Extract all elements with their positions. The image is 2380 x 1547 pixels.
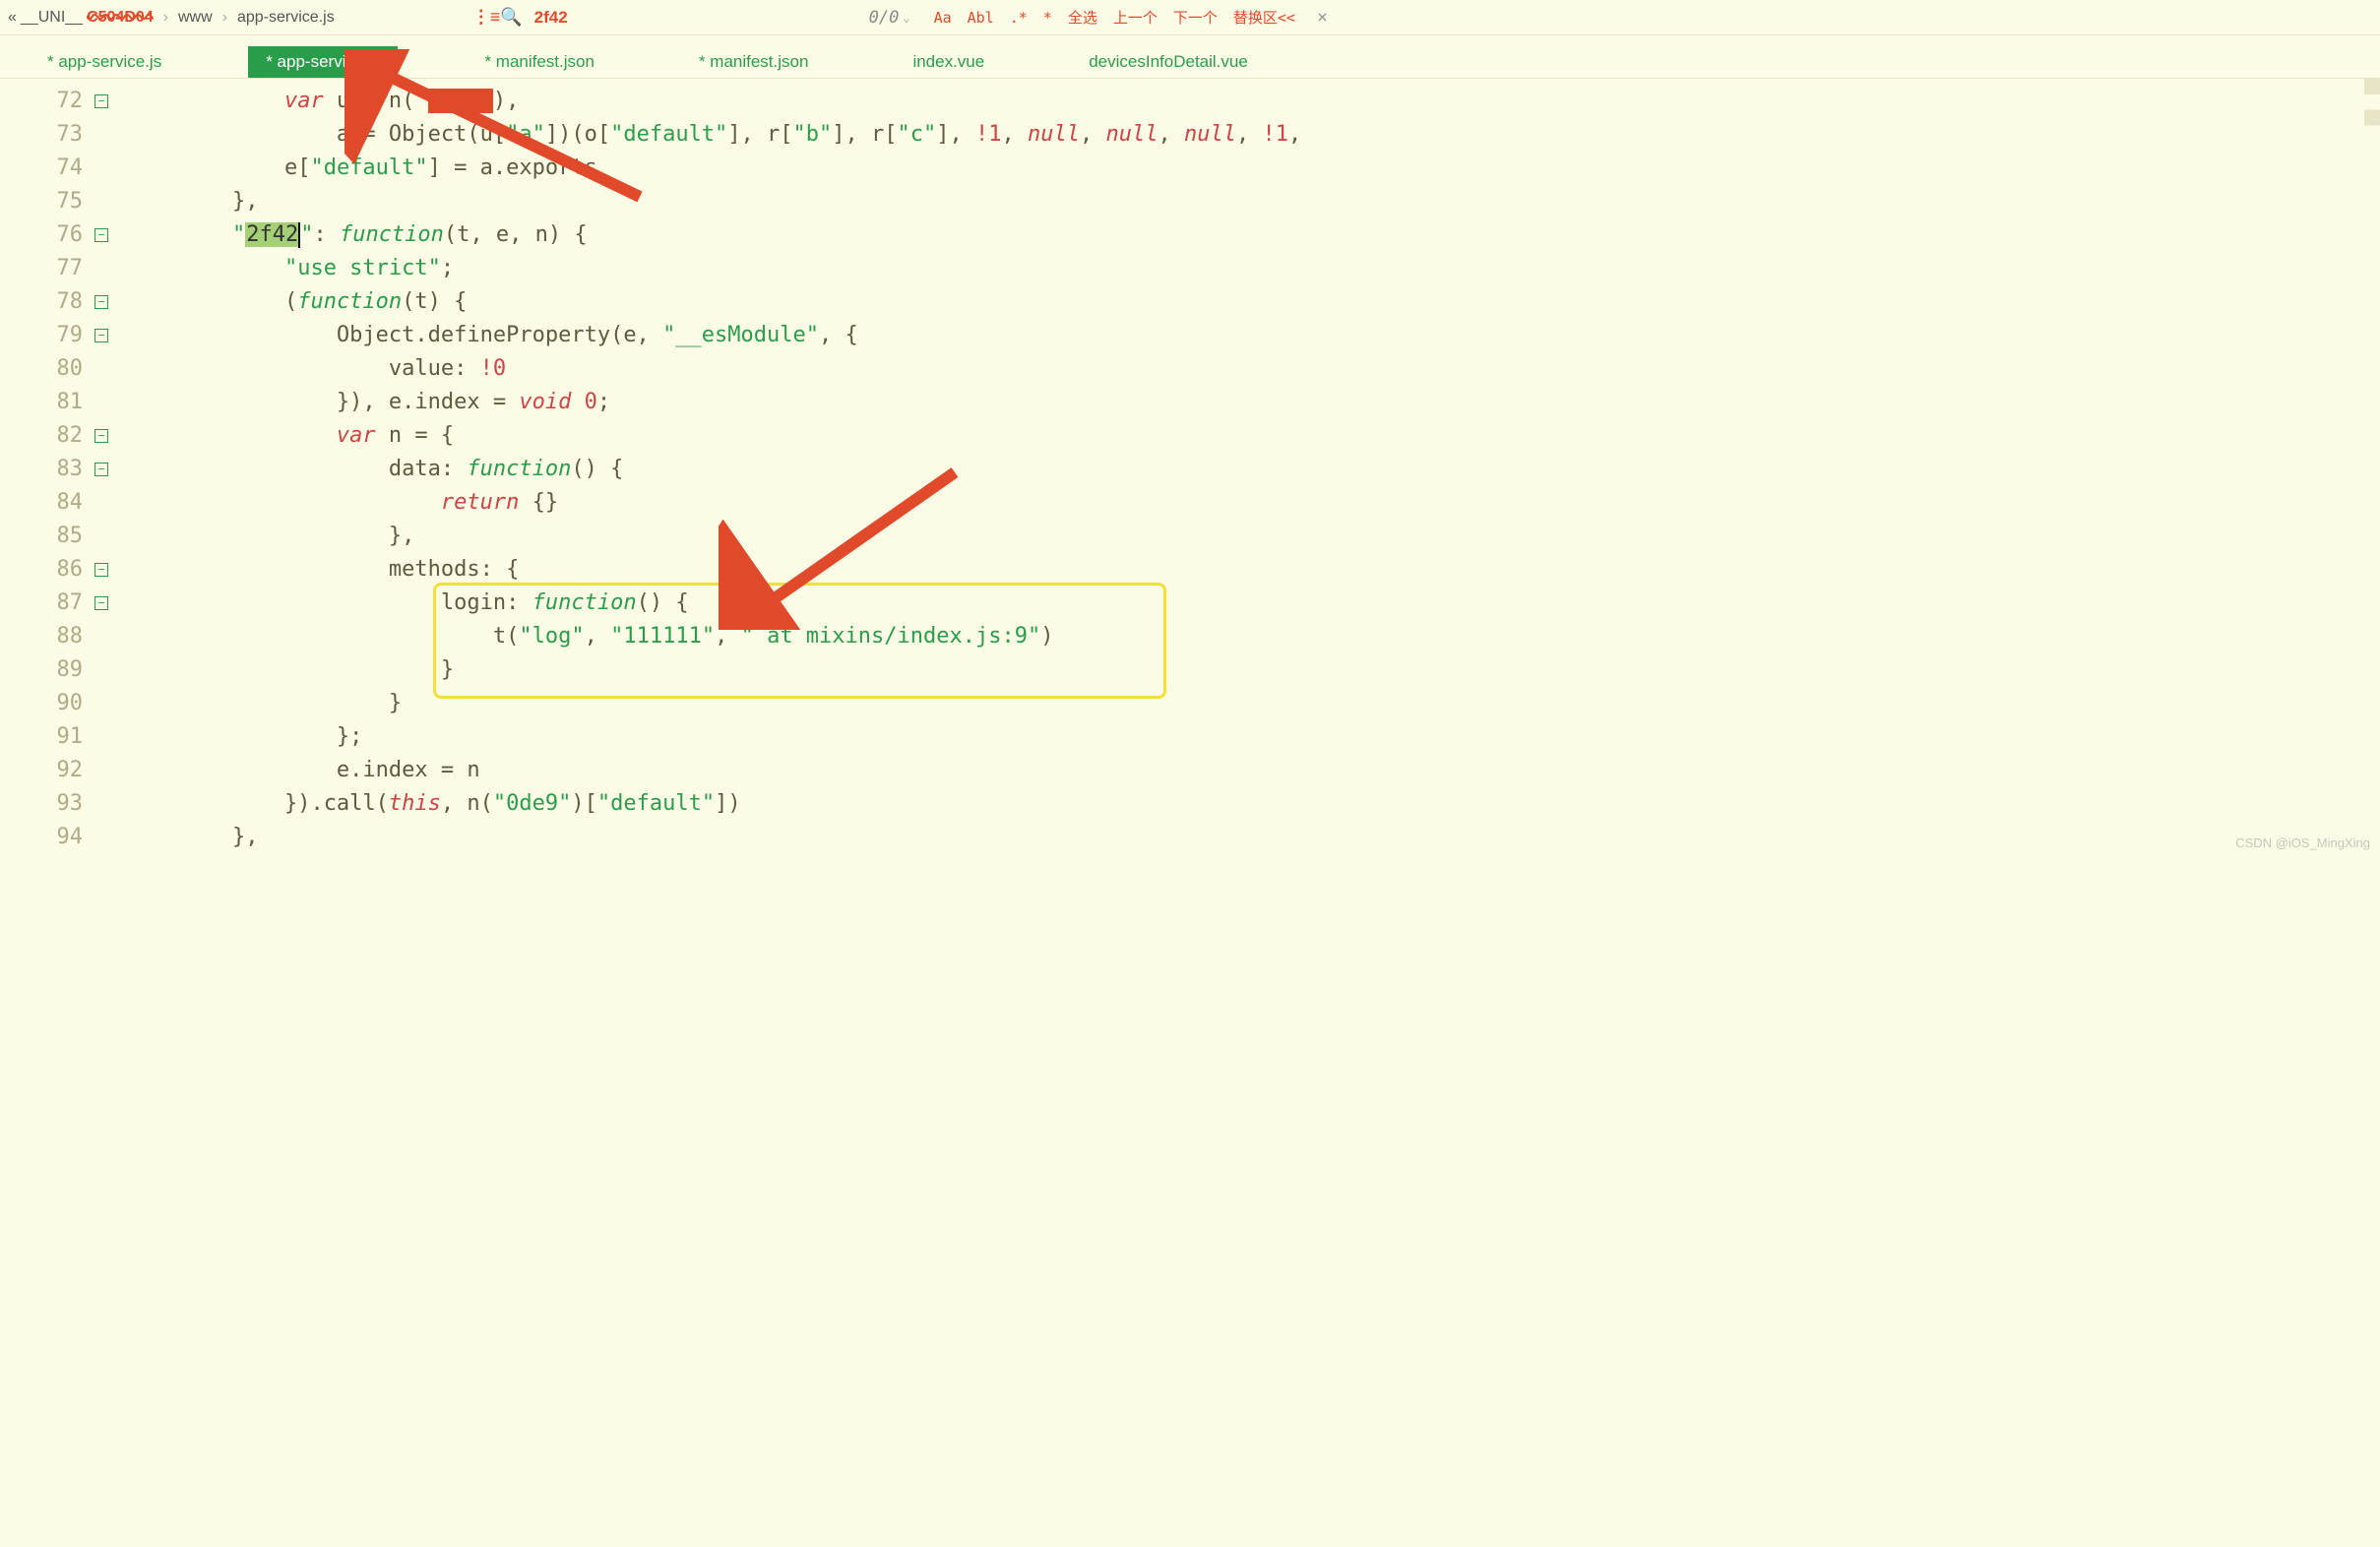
code-line: Object.defineProperty(e, "__esModule", { (128, 319, 2380, 352)
dropdown-icon[interactable]: ⌄ (903, 11, 909, 25)
tab-file-active[interactable]: * app-service.js (248, 46, 398, 78)
code-line: } (128, 653, 2380, 687)
line-number: 91 (0, 720, 89, 754)
line-number: 75 (0, 185, 89, 218)
line-number: 88 (0, 620, 89, 653)
code-line: e["default"] = a.exports (128, 152, 2380, 185)
breadcrumb-seg[interactable]: __UNI__ (21, 9, 83, 27)
line-number: 79− (0, 319, 89, 352)
code-line: }; (128, 720, 2380, 754)
tab-file[interactable]: index.vue (895, 46, 1002, 78)
findbar: ⋮≡🔍 (472, 7, 613, 28)
code-line: }, (128, 520, 2380, 553)
code-line: value: !0 (128, 352, 2380, 386)
tabbar: * app-service.js * app-service.js * mani… (0, 35, 2380, 79)
code-line: var u = n(" 5"), (128, 85, 2380, 118)
opt-case[interactable]: Aa (934, 9, 952, 27)
opt-selectall[interactable]: 全选 (1068, 7, 1097, 28)
code-line: var n = { (128, 419, 2380, 453)
topbar: « __UNI__C504D04 › www › app-service.js … (0, 0, 2380, 35)
tab-file[interactable]: * manifest.json (681, 46, 827, 78)
breadcrumb-back[interactable]: « (8, 9, 17, 27)
line-number: 81 (0, 386, 89, 419)
search-icon[interactable]: ⋮≡🔍 (472, 7, 523, 28)
search-highlight: 2f42 (245, 222, 299, 247)
breadcrumb-seg[interactable]: app-service.js (237, 9, 335, 27)
breadcrumb-sep: › (222, 9, 227, 27)
line-number: 72− (0, 85, 89, 118)
code-line: t("log", "111111", " at mixins/index.js:… (128, 620, 2380, 653)
line-number: 87− (0, 587, 89, 620)
tab-file[interactable]: devicesInfoDetail.vue (1071, 46, 1266, 78)
find-input[interactable] (534, 8, 613, 28)
code-line: }, (128, 185, 2380, 218)
line-number: 93 (0, 787, 89, 821)
line-number: 77 (0, 252, 89, 285)
line-number: 78− (0, 285, 89, 319)
code-area[interactable]: var u = n(" 5"), a = Object(u["a"])(o["d… (89, 79, 2380, 854)
minimap[interactable] (2364, 79, 2380, 854)
find-options: Aa Abl .* * 全选 上一个 下一个 替换区<< × (934, 7, 1328, 28)
line-number: 90 (0, 687, 89, 720)
code-line: (function(t) { (128, 285, 2380, 319)
tab-file[interactable]: * app-service.js (30, 46, 179, 78)
opt-word[interactable]: Abl (968, 9, 994, 27)
line-number: 85 (0, 520, 89, 553)
watermark: CSDN @iOS_MingXing (2235, 835, 2370, 850)
opt-next[interactable]: 下一个 (1173, 7, 1218, 28)
opt-regex[interactable]: .* (1010, 9, 1028, 27)
code-line: return {} (128, 486, 2380, 520)
breadcrumb: « __UNI__C504D04 › www › app-service.js (8, 9, 335, 27)
opt-replace[interactable]: 替换区<< (1233, 7, 1295, 28)
line-number: 73 (0, 118, 89, 152)
line-number: 76− (0, 218, 89, 252)
opt-star[interactable]: * (1043, 9, 1052, 27)
code-line: "2f42": function(t, e, n) { (128, 218, 2380, 252)
code-line: methods: { (128, 553, 2380, 587)
line-number: 89 (0, 653, 89, 687)
breadcrumb-strike: C504D04 (87, 9, 154, 27)
line-number: 86− (0, 553, 89, 587)
find-count: 0/0 (869, 8, 900, 28)
gutter: 72−73747576−7778−79−808182−83−848586−87−… (0, 79, 89, 854)
editor[interactable]: 72−73747576−7778−79−808182−83−848586−87−… (0, 79, 2380, 854)
code-line: e.index = n (128, 754, 2380, 787)
code-line: login: function() { (128, 587, 2380, 620)
line-number: 74 (0, 152, 89, 185)
line-number: 94 (0, 821, 89, 854)
code-line: data: function() { (128, 453, 2380, 486)
code-line: }, (128, 821, 2380, 854)
close-icon[interactable]: × (1317, 7, 1328, 28)
code-line: a = Object(u["a"])(o["default"], r["b"],… (128, 118, 2380, 152)
line-number: 80 (0, 352, 89, 386)
line-number: 83− (0, 453, 89, 486)
breadcrumb-sep: › (163, 9, 168, 27)
code-line: }), e.index = void 0; (128, 386, 2380, 419)
code-line: } (128, 687, 2380, 720)
line-number: 82− (0, 419, 89, 453)
opt-prev[interactable]: 上一个 (1113, 7, 1158, 28)
line-number: 92 (0, 754, 89, 787)
tab-file[interactable]: * manifest.json (467, 46, 612, 78)
code-line: }).call(this, n("0de9")["default"]) (128, 787, 2380, 821)
line-number: 84 (0, 486, 89, 520)
breadcrumb-seg[interactable]: www (178, 9, 213, 27)
code-line: "use strict"; (128, 252, 2380, 285)
